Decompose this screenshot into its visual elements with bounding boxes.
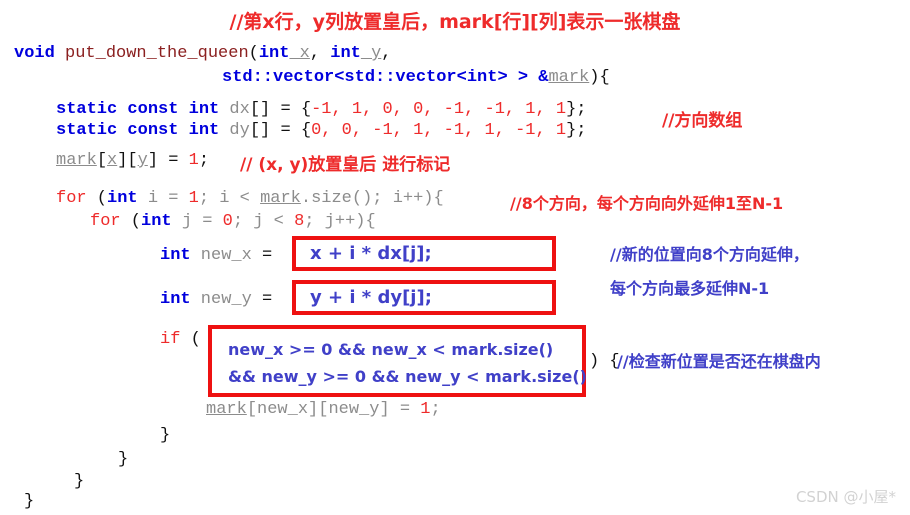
- code-line-if-open: if (: [160, 330, 201, 350]
- code-line-new-x-decl: int new_x =: [160, 246, 282, 266]
- keyword-void: void: [14, 44, 55, 63]
- highlight-new-x-expression: x + i * dx[j];: [310, 243, 432, 264]
- keyword-int-x: int: [258, 44, 290, 63]
- mark-identifier: mark: [56, 151, 97, 170]
- keyword-int-new-x: int: [160, 246, 191, 265]
- comment-extend-line-2: 每个方向最多延伸N-1: [610, 279, 770, 298]
- highlight-box-new-x: x + i * dx[j];: [292, 236, 556, 271]
- csdn-watermark: CSDN @小屋*: [795, 488, 896, 506]
- keyword-for-j: for: [90, 212, 121, 231]
- mark-bracket-1: [: [96, 151, 108, 170]
- mark-set-bracket-3: ] =: [379, 400, 421, 419]
- code-line-signature-1: void put_down_the_queen(int x, int y,: [14, 44, 392, 64]
- variable-new-y: new_y: [190, 290, 252, 309]
- highlight-if-cond-line-2: && new_y >= 0 && new_y < mark.size(): [228, 367, 587, 386]
- param-x: x: [289, 44, 310, 63]
- code-line-dy: static const int dy[] = {0, 0, -1, 1, -1…: [56, 121, 587, 141]
- for-j-init: j =: [171, 212, 223, 231]
- for-i-init: i =: [137, 189, 189, 208]
- for-j-limit: 8: [294, 212, 305, 231]
- highlight-box-if-condition: new_x >= 0 && new_x < mark.size() && new…: [208, 325, 587, 397]
- keyword-int-i: int: [107, 189, 138, 208]
- array-dy-name: dy: [219, 121, 250, 140]
- code-line-brace-2: }: [118, 450, 129, 469]
- keyword-if: if: [160, 330, 181, 349]
- mark-set-bracket-2: ][: [308, 400, 329, 419]
- code-line-signature-2: std::vector<std::vector<int> > &mark){: [222, 68, 610, 88]
- comment-extend-line-1: //新的位置向8个方向延伸，: [610, 245, 809, 264]
- for-i-size: .size(); i++){: [300, 189, 444, 208]
- mark-set-index-new-x: new_x: [257, 400, 309, 419]
- for-j-paren: (: [120, 212, 142, 231]
- comment-eight-directions: //8个方向，每个方向向外延伸1至N-1: [510, 194, 784, 213]
- keyword-static-const-int-dx: static const int: [56, 100, 220, 119]
- for-i-paren: (: [86, 189, 108, 208]
- highlight-if-cond-line-1: new_x >= 0 && new_x < mark.size(): [228, 340, 554, 359]
- dy-values: 0, 0, -1, 1, -1, 1, -1, 1: [311, 121, 567, 140]
- mark-set-semicolon: ;: [430, 400, 441, 419]
- for-i-cond: ; i <: [198, 189, 261, 208]
- code-line-if-close: ) {: [589, 352, 620, 372]
- param-mark: mark: [548, 68, 590, 87]
- comment-check-bounds: //检查新位置是否还在棋盘内: [617, 352, 821, 371]
- array-dx-name: dx: [219, 100, 250, 119]
- mark-set-bracket-1: [: [246, 400, 258, 419]
- assign-new-y: =: [251, 290, 283, 309]
- mark-value-one: 1: [188, 151, 199, 170]
- keyword-int-j: int: [141, 212, 172, 231]
- type-vector: std::vector<std::vector<int> > &: [222, 68, 549, 87]
- highlight-new-y-expression: y + i * dy[j];: [310, 287, 432, 308]
- assign-new-x: =: [251, 246, 283, 265]
- code-line-dx: static const int dx[] = {-1, 1, 0, 0, -1…: [56, 100, 587, 120]
- dy-brackets: [] = {: [249, 121, 312, 140]
- mark-set-value-one: 1: [420, 400, 431, 419]
- code-line-brace-3: }: [74, 472, 85, 491]
- comma-2: ,: [381, 44, 392, 63]
- code-line-new-y-decl: int new_y =: [160, 290, 282, 310]
- comma-1: ,: [309, 44, 331, 63]
- if-paren-open: (: [180, 330, 201, 349]
- code-line-for-j: for (int j = 0; j < 8; j++){: [90, 212, 376, 232]
- dx-brackets: [] = {: [249, 100, 312, 119]
- for-i-init-value: 1: [188, 189, 199, 208]
- keyword-int-y: int: [330, 44, 361, 63]
- mark-bracket-2: ][: [117, 151, 138, 170]
- code-line-for-i: for (int i = 1; i < mark.size(); i++){: [56, 189, 444, 209]
- if-paren-close: ) {: [589, 352, 620, 371]
- keyword-static-const-int-dy: static const int: [56, 121, 220, 140]
- dx-close: };: [566, 100, 587, 119]
- for-j-cond: ; j <: [232, 212, 295, 231]
- function-name: put_down_the_queen: [54, 44, 249, 63]
- for-i-mark: mark: [260, 189, 301, 208]
- paren-open: (: [248, 44, 259, 63]
- mark-bracket-3: ] =: [147, 151, 189, 170]
- mark-set-index-new-y: new_y: [328, 400, 380, 419]
- highlight-box-new-y: y + i * dy[j];: [292, 280, 556, 315]
- comment-direction-array: //方向数组: [662, 111, 743, 131]
- mark-semicolon: ;: [198, 151, 210, 170]
- code-line-mark-set: mark[new_x][new_y] = 1;: [206, 400, 441, 420]
- code-line-mark-assign: mark[x][y] = 1;: [56, 151, 209, 171]
- mark-set-identifier: mark: [206, 400, 247, 419]
- keyword-for-i: for: [56, 189, 87, 208]
- dx-values: -1, 1, 0, 0, -1, -1, 1, 1: [311, 100, 567, 119]
- code-screenshot-canvas: //第x行，y列放置皇后，mark[行][列]表示一张棋盘 void put_d…: [0, 0, 910, 515]
- for-j-tail: ; j++){: [304, 212, 376, 231]
- param-y: y: [360, 44, 382, 63]
- signature-tail: ){: [589, 68, 610, 87]
- variable-new-x: new_x: [190, 246, 252, 265]
- mark-index-y: y: [137, 151, 148, 170]
- comment-mark-queen: // (x, y)放置皇后 进行标记: [240, 155, 451, 175]
- code-line-brace-4: }: [24, 492, 35, 511]
- keyword-int-new-y: int: [160, 290, 191, 309]
- for-j-init-value: 0: [222, 212, 233, 231]
- mark-index-x: x: [107, 151, 118, 170]
- dy-close: };: [566, 121, 587, 140]
- title-comment: //第x行，y列放置皇后，mark[行][列]表示一张棋盘: [229, 11, 681, 33]
- code-line-brace-1: }: [160, 426, 171, 445]
